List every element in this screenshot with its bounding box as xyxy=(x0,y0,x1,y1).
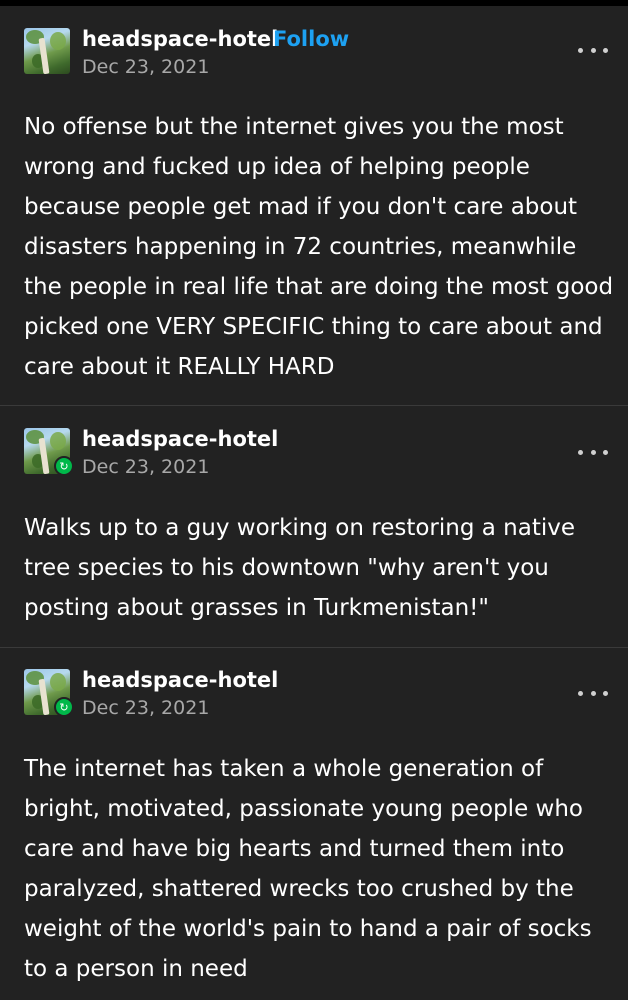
post-date: Dec 23, 2021 xyxy=(82,456,210,478)
more-icon[interactable] xyxy=(578,445,608,459)
post-date: Dec 23, 2021 xyxy=(82,697,210,719)
reblog-icon: ↻ xyxy=(54,697,74,717)
reblog-icon: ↻ xyxy=(54,456,74,476)
avatar[interactable] xyxy=(24,28,70,74)
post-divider xyxy=(0,405,628,406)
post-text: The internet has taken a whole generatio… xyxy=(24,756,592,982)
post-text: Walks up to a guy working on restoring a… xyxy=(24,515,576,621)
post-divider xyxy=(0,647,628,648)
more-icon[interactable] xyxy=(578,686,608,700)
follow-button[interactable]: Follow xyxy=(273,27,349,51)
more-icon[interactable] xyxy=(578,43,608,57)
post-username[interactable]: headspace-hotel xyxy=(82,668,278,692)
post-username[interactable]: headspace-hotel xyxy=(82,427,278,451)
top-bar xyxy=(0,0,628,6)
post-date: Dec 23, 2021 xyxy=(82,56,210,78)
post-username[interactable]: headspace-hotel xyxy=(82,27,278,51)
post-text: No offense but the internet gives you th… xyxy=(24,114,614,380)
